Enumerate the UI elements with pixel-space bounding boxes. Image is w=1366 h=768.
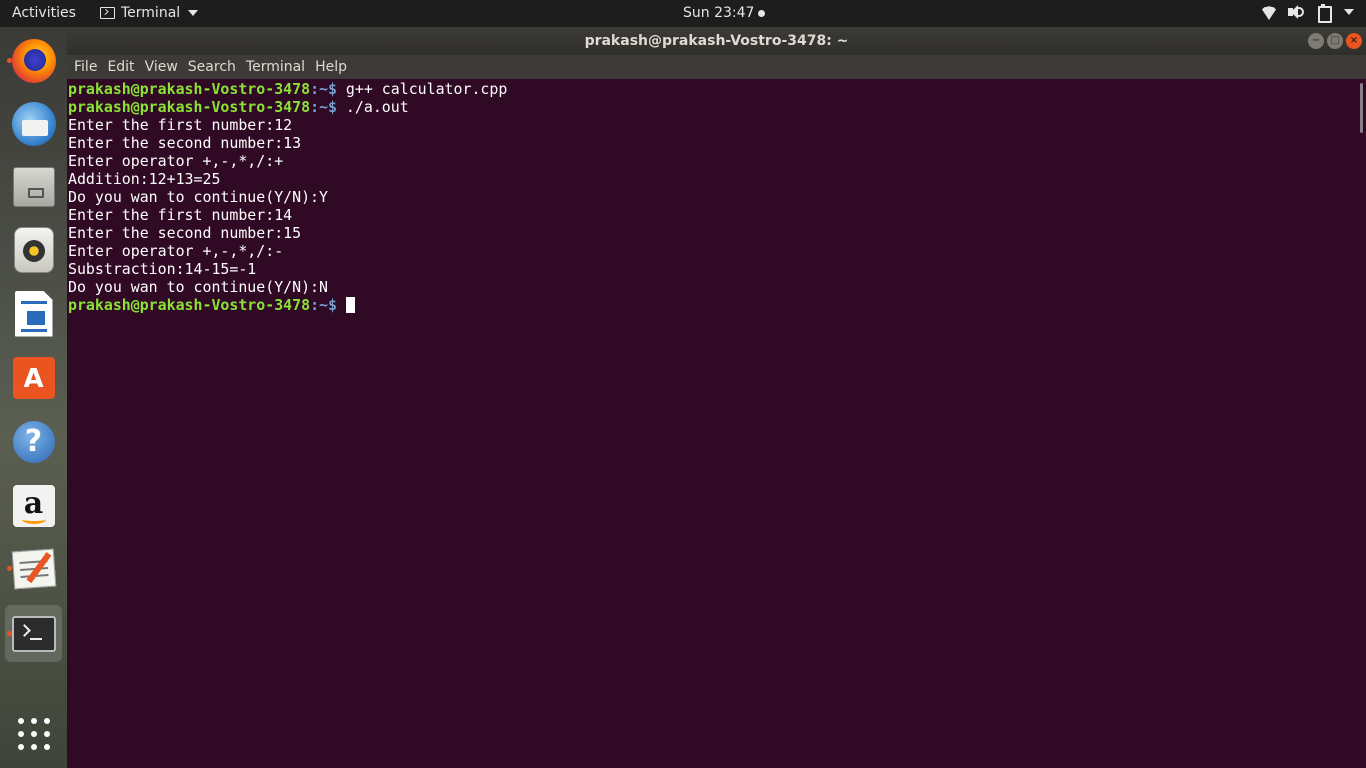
menu-file[interactable]: File <box>73 55 102 79</box>
firefox-icon <box>11 38 56 83</box>
terminal-output-line: Do you wan to continue(Y/N):Y <box>68 188 328 206</box>
thunderbird-icon <box>11 101 56 146</box>
text-editor-icon <box>11 548 56 589</box>
top-bar: Activities Terminal Sun 23:47 <box>0 0 1366 27</box>
terminal-small-icon <box>100 7 115 19</box>
terminal-prompt-line: prakash@prakash-Vostro-3478:~$ <box>68 296 1366 314</box>
prompt-user-host: prakash@prakash-Vostro-3478 <box>68 80 311 98</box>
terminal-output-line: Enter operator +,-,*,/:- <box>68 242 284 260</box>
rhythmbox-icon <box>13 226 54 273</box>
terminal-output-line: Substraction:14-15=-1 <box>68 260 257 278</box>
menu-terminal[interactable]: Terminal <box>245 55 310 79</box>
app-menu[interactable]: Terminal <box>100 5 199 21</box>
menu-search[interactable]: Search <box>187 55 241 79</box>
chevron-down-icon <box>188 10 199 16</box>
dock-rhythmbox[interactable] <box>5 221 62 278</box>
terminal-output-line: Enter the second number:13 <box>68 134 302 152</box>
menu-help[interactable]: Help <box>314 55 352 79</box>
terminal-output-line: Do you wan to continue(Y/N):N <box>68 278 328 296</box>
minimize-button[interactable]: − <box>1308 33 1324 49</box>
prompt-path: :~$ <box>310 80 337 98</box>
system-tray[interactable] <box>1261 4 1354 23</box>
activities-button[interactable]: Activities <box>12 5 76 21</box>
dock-files[interactable] <box>5 158 62 215</box>
terminal-output-line: Enter the first number:12 <box>68 116 293 134</box>
prompt-user-host: prakash@prakash-Vostro-3478 <box>68 296 311 314</box>
terminal-content[interactable]: prakash@prakash-Vostro-3478:~$ g++ calcu… <box>67 79 1366 768</box>
window-title: prakash@prakash-Vostro-3478: ~ <box>584 33 849 49</box>
clock-label: Sun 23:47 <box>683 5 755 21</box>
dock-help[interactable]: ? <box>5 413 62 470</box>
clock[interactable]: Sun 23:47 <box>683 5 766 21</box>
show-apps-grid-icon <box>17 717 50 750</box>
help-icon: ? <box>12 420 55 463</box>
maximize-button[interactable]: □ <box>1327 33 1343 49</box>
files-icon <box>12 166 55 207</box>
terminal-output-line: Enter operator +,-,*,/:+ <box>68 152 284 170</box>
command-text: g++ calculator.cpp <box>336 80 508 98</box>
window-controls: − □ × <box>1308 33 1362 49</box>
scrollbar[interactable] <box>1360 83 1363 133</box>
notification-dot-icon <box>758 9 766 17</box>
terminal-prompt-line: prakash@prakash-Vostro-3478:~$ ./a.out <box>68 98 1366 116</box>
menu-view[interactable]: View <box>144 55 183 79</box>
dock-thunderbird[interactable] <box>5 95 62 152</box>
battery-icon[interactable] <box>1315 4 1332 23</box>
running-indicator <box>7 566 12 571</box>
terminal-cursor <box>345 297 355 313</box>
terminal-output-line: Enter the first number:14 <box>68 206 293 224</box>
dock-firefox[interactable] <box>5 32 62 89</box>
wifi-icon[interactable] <box>1261 4 1277 20</box>
prompt-path: :~$ <box>310 296 337 314</box>
system-menu-chevron-icon[interactable] <box>1344 9 1354 15</box>
close-button[interactable]: × <box>1346 33 1362 49</box>
volume-icon[interactable] <box>1288 4 1304 20</box>
dock-writer[interactable] <box>5 285 62 342</box>
amazon-icon: a <box>12 484 55 527</box>
terminal-output-line: Enter the second number:15 <box>68 224 302 242</box>
writer-icon <box>14 290 53 337</box>
store-icon: A <box>12 356 55 399</box>
prompt-path: :~$ <box>310 98 337 116</box>
dock: A ? a <box>0 27 67 768</box>
terminal-prompt-line: prakash@prakash-Vostro-3478:~$ g++ calcu… <box>68 80 1366 98</box>
terminal-icon <box>11 615 56 652</box>
command-text: ./a.out <box>336 98 409 116</box>
dock-terminal[interactable] <box>5 605 62 662</box>
dock-software-center[interactable]: A <box>5 349 62 406</box>
prompt-user-host: prakash@prakash-Vostro-3478 <box>68 98 311 116</box>
dock-amazon[interactable]: a <box>5 477 62 534</box>
command-text <box>337 296 346 314</box>
app-menu-label: Terminal <box>121 5 181 21</box>
terminal-output-line: Addition:12+13=25 <box>68 170 221 188</box>
menu-bar: File Edit View Search Terminal Help <box>67 55 1366 79</box>
terminal-window: prakash@prakash-Vostro-3478: ~ − □ × Fil… <box>67 27 1366 768</box>
menu-edit[interactable]: Edit <box>106 55 139 79</box>
show-apps-button[interactable] <box>5 705 62 762</box>
window-titlebar[interactable]: prakash@prakash-Vostro-3478: ~ − □ × <box>67 27 1366 55</box>
dock-text-editor[interactable] <box>5 540 62 597</box>
